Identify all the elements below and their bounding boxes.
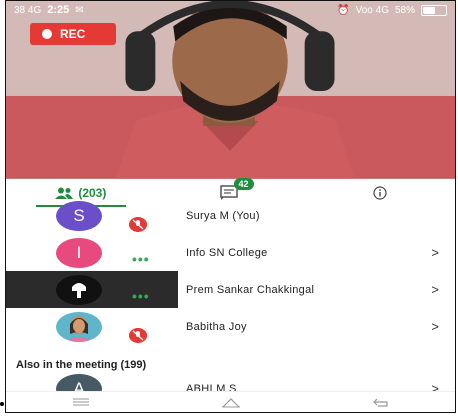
mic-off-icon — [129, 328, 147, 343]
notification-icon: ✉ — [75, 4, 84, 16]
participant-name: Surya M (You) — [186, 209, 260, 222]
participant-row[interactable]: I ••• Info SN College > — [6, 234, 455, 271]
network-indicators: 38 4G — [14, 4, 42, 16]
chevron-right-icon[interactable]: > — [431, 245, 439, 260]
participant-row[interactable]: ••• Prem Sankar Chakkingal > — [6, 271, 455, 308]
battery-percent: 58% — [394, 4, 415, 16]
rec-label: REC — [60, 27, 86, 41]
chevron-right-icon[interactable]: > — [431, 319, 439, 334]
participant-name: Babitha Joy — [186, 320, 247, 333]
speaking-dots-icon: ••• — [132, 288, 150, 304]
avatar — [56, 311, 102, 342]
screen-frame: 38 4G 2:25 ✉ ⏰ Voo 4G 58% REC (203) 42 S… — [5, 0, 456, 413]
android-nav-bar — [6, 391, 455, 412]
back-icon[interactable] — [372, 396, 390, 408]
clock: 2:25 — [47, 4, 70, 16]
battery-icon — [421, 4, 447, 16]
chevron-right-icon[interactable]: > — [431, 282, 439, 297]
chat-count-badge: 42 — [233, 178, 254, 190]
participant-name: Prem Sankar Chakkingal — [186, 283, 315, 296]
participant-row[interactable]: S Surya M (You) — [6, 197, 455, 234]
participant-row[interactable]: Babitha Joy > — [6, 308, 455, 345]
speaking-dots-icon: ••• — [132, 251, 150, 267]
alarm-icon: ⏰ — [337, 4, 350, 16]
bullet-marker — [0, 402, 4, 406]
video-feed: 38 4G 2:25 ✉ ⏰ Voo 4G 58% REC — [6, 1, 455, 179]
mic-off-icon — [129, 217, 147, 232]
participant-list: S Surya M (You) I ••• Info SN College > — [6, 200, 455, 404]
avatar: I — [56, 237, 102, 268]
record-dot-icon — [42, 29, 52, 39]
home-icon[interactable] — [221, 396, 241, 408]
status-bar: 38 4G 2:25 ✉ ⏰ Voo 4G 58% — [6, 1, 455, 19]
avatar: S — [56, 200, 102, 231]
avatar — [56, 274, 102, 305]
recording-indicator: REC — [30, 23, 116, 45]
menu-icon[interactable] — [72, 398, 90, 406]
participant-name: Info SN College — [186, 246, 268, 259]
carrier-indicators: Voo 4G — [355, 4, 389, 16]
